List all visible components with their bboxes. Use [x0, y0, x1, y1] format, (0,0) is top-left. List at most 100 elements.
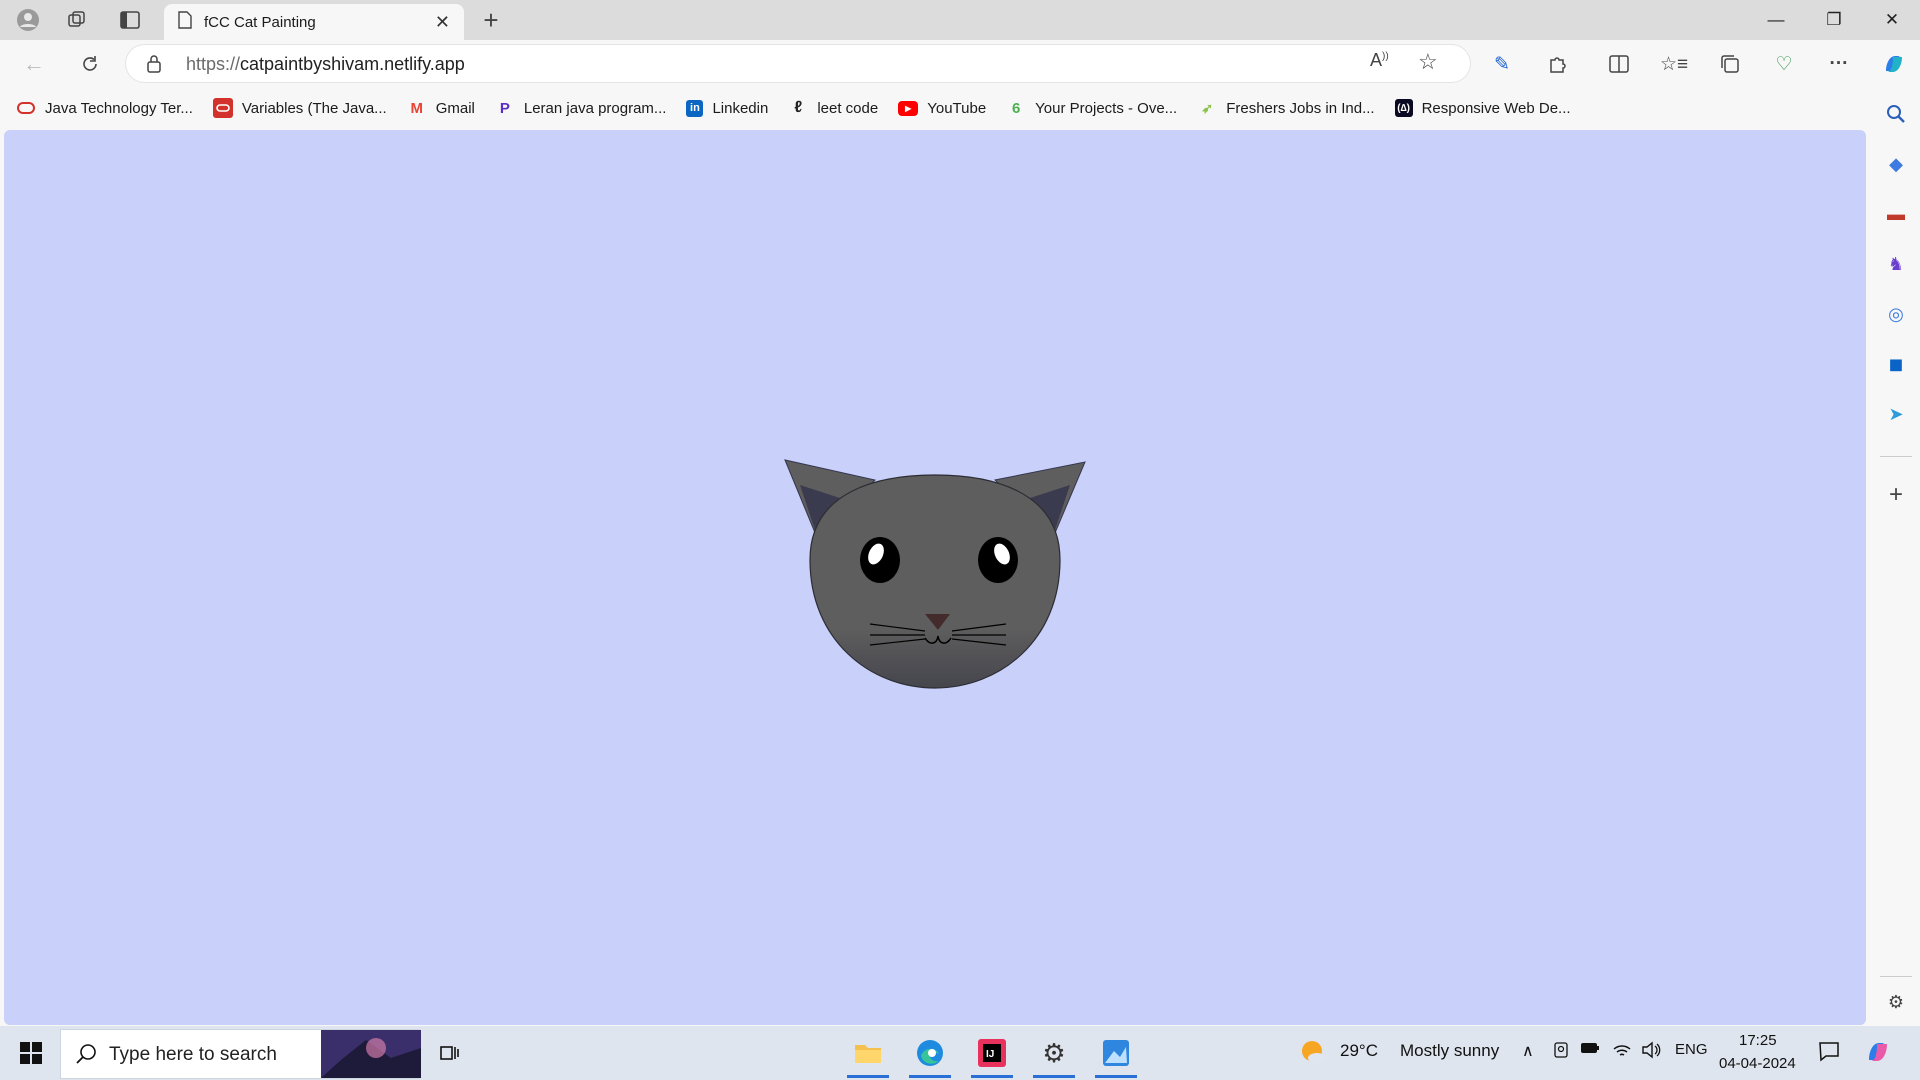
split-screen-icon[interactable] — [1605, 50, 1633, 78]
notifications-icon[interactable] — [1818, 1040, 1840, 1066]
weather-icon[interactable] — [1300, 1038, 1328, 1071]
browser-essentials-icon[interactable]: ♡ — [1770, 50, 1798, 78]
clock-time[interactable]: 17:25 — [1739, 1032, 1777, 1049]
oracle-box-icon — [212, 98, 233, 118]
profile-icon[interactable] — [14, 6, 42, 34]
sidebar-divider — [1880, 976, 1912, 977]
new-tab-icon[interactable]: + — [477, 5, 505, 35]
task-view-icon[interactable] — [425, 1028, 475, 1078]
file-explorer-icon[interactable] — [843, 1028, 893, 1078]
bookmark-label: Responsive Web De... — [1421, 99, 1571, 117]
battery-icon[interactable] — [1580, 1041, 1600, 1059]
active-indicator — [1033, 1075, 1075, 1078]
wifi-icon[interactable] — [1612, 1041, 1632, 1063]
tab-active[interactable]: fCC Cat Painting ✕ — [164, 4, 464, 40]
workspaces-icon[interactable] — [63, 6, 91, 34]
lock-icon[interactable] — [146, 54, 162, 78]
meet-icon[interactable] — [1552, 1041, 1570, 1063]
copilot-pen-icon[interactable]: ✎ — [1488, 50, 1516, 78]
bookmark-item[interactable]: Java Technology Ter... — [16, 98, 193, 118]
extensions-icon[interactable] — [1544, 50, 1572, 78]
taskbar: Type here to search IJ ⚙ 29°C Mostly sun… — [0, 1026, 1920, 1080]
read-aloud-icon[interactable]: A)) — [1370, 50, 1389, 71]
bookmark-label: YouTube — [927, 99, 987, 117]
bookmark-label: Linkedin — [712, 99, 769, 117]
bookmark-item[interactable]: ➶ Freshers Jobs in Ind... — [1197, 98, 1374, 118]
bookmark-item[interactable]: in Linkedin — [686, 99, 769, 117]
close-icon[interactable]: ✕ — [435, 12, 450, 33]
bookmark-item[interactable]: P Leran java program... — [495, 98, 667, 118]
freshers-icon: ➶ — [1201, 99, 1214, 116]
bookmark-item[interactable]: ℓ leet code — [788, 98, 878, 118]
bookmark-item[interactable]: (∆) Responsive Web De... — [1394, 99, 1571, 117]
taskbar-search-input[interactable]: Type here to search — [60, 1029, 421, 1079]
copilot-icon[interactable] — [1864, 1038, 1892, 1070]
bookmark-label: Variables (The Java... — [241, 99, 387, 117]
active-indicator — [909, 1075, 951, 1078]
minimize-icon[interactable]: — — [1748, 0, 1804, 40]
collections-icon[interactable] — [1716, 50, 1744, 78]
bookmark-label: leet code — [817, 99, 879, 117]
windows-start-icon[interactable] — [6, 1028, 56, 1078]
vertical-tabs-icon[interactable] — [116, 6, 144, 34]
tag-icon[interactable]: ◆ — [1882, 150, 1910, 178]
close-window-icon[interactable]: ✕ — [1864, 0, 1920, 40]
freecodecamp-icon: (∆) — [1394, 99, 1413, 117]
edge-icon[interactable] — [905, 1028, 955, 1078]
bookmark-item[interactable]: ▶ YouTube — [898, 100, 986, 117]
bookmark-item[interactable]: M Gmail — [407, 98, 475, 118]
edge-sidebar: ◆ ▬ ♞ ◎ ◼ ➤ + ⚙ — [1872, 88, 1920, 1026]
outlook-icon[interactable]: ◼ — [1882, 350, 1910, 378]
language-indicator[interactable]: ENG — [1675, 1041, 1708, 1058]
projects-icon: 6 — [1012, 99, 1021, 117]
games-icon[interactable]: ♞ — [1882, 250, 1910, 278]
back-icon[interactable]: ← — [20, 50, 48, 78]
bookmark-label: Gmail — [435, 99, 475, 117]
page-icon — [178, 10, 192, 34]
search-highlight-image — [321, 1030, 421, 1078]
chevron-up-icon[interactable]: ∧ — [1522, 1041, 1534, 1061]
cat-head — [809, 474, 1061, 689]
weather-text[interactable]: Mostly sunny — [1400, 1041, 1499, 1061]
page-content — [4, 130, 1866, 1025]
photos-icon[interactable] — [1091, 1028, 1141, 1078]
intellij-icon[interactable]: IJ — [967, 1028, 1017, 1078]
settings-icon[interactable]: ⚙ — [1029, 1028, 1079, 1078]
active-indicator — [971, 1075, 1013, 1078]
leetcode-icon: ℓ — [794, 99, 803, 116]
restore-icon[interactable]: ❐ — [1806, 0, 1862, 40]
url-host: catpaintbyshivam.netlify.app — [240, 54, 465, 74]
search-icon[interactable] — [1882, 100, 1910, 128]
search-placeholder: Type here to search — [109, 1044, 277, 1065]
url-text[interactable]: https://catpaintbyshivam.netlify.app — [186, 54, 465, 75]
copilot-icon[interactable] — [1880, 50, 1908, 78]
clock-date[interactable]: 04-04-2024 — [1719, 1055, 1796, 1072]
telegram-icon[interactable]: ➤ — [1882, 400, 1910, 428]
url-protocol: https:// — [186, 54, 241, 74]
cat-painting — [784, 459, 1086, 689]
bookmarks-bar: Java Technology Ter... Variables (The Ja… — [0, 88, 1880, 128]
address-bar[interactable]: https://catpaintbyshivam.netlify.app A))… — [126, 45, 1470, 82]
more-icon[interactable]: ··· — [1825, 50, 1853, 78]
volume-icon[interactable] — [1641, 1041, 1661, 1063]
bookmark-label: Freshers Jobs in Ind... — [1226, 99, 1375, 117]
favorites-icon[interactable]: ☆≡ — [1660, 50, 1688, 78]
linkedin-icon: in — [686, 99, 704, 117]
m365-icon[interactable]: ◎ — [1882, 300, 1910, 328]
sidebar-divider — [1880, 456, 1912, 457]
tab-title: fCC Cat Painting — [204, 13, 316, 31]
title-bar: fCC Cat Painting ✕ + — ❐ ✕ — [0, 0, 1920, 40]
favorite-star-icon[interactable]: ☆ — [1418, 49, 1438, 75]
bookmark-item[interactable]: 6 Your Projects - Ove... — [1006, 98, 1177, 118]
add-icon[interactable]: + — [1882, 481, 1910, 509]
weather-temp[interactable]: 29°C — [1340, 1041, 1378, 1061]
refresh-icon[interactable] — [76, 50, 104, 78]
bookmark-item[interactable]: Variables (The Java... — [212, 98, 387, 118]
youtube-icon: ▶ — [898, 100, 919, 116]
active-indicator — [847, 1075, 889, 1078]
settings-icon[interactable]: ⚙ — [1882, 988, 1910, 1016]
bookmark-label: Leran java program... — [523, 99, 667, 117]
oracle-icon — [16, 98, 36, 118]
p-icon: P — [499, 99, 510, 117]
briefcase-icon[interactable]: ▬ — [1882, 200, 1910, 228]
